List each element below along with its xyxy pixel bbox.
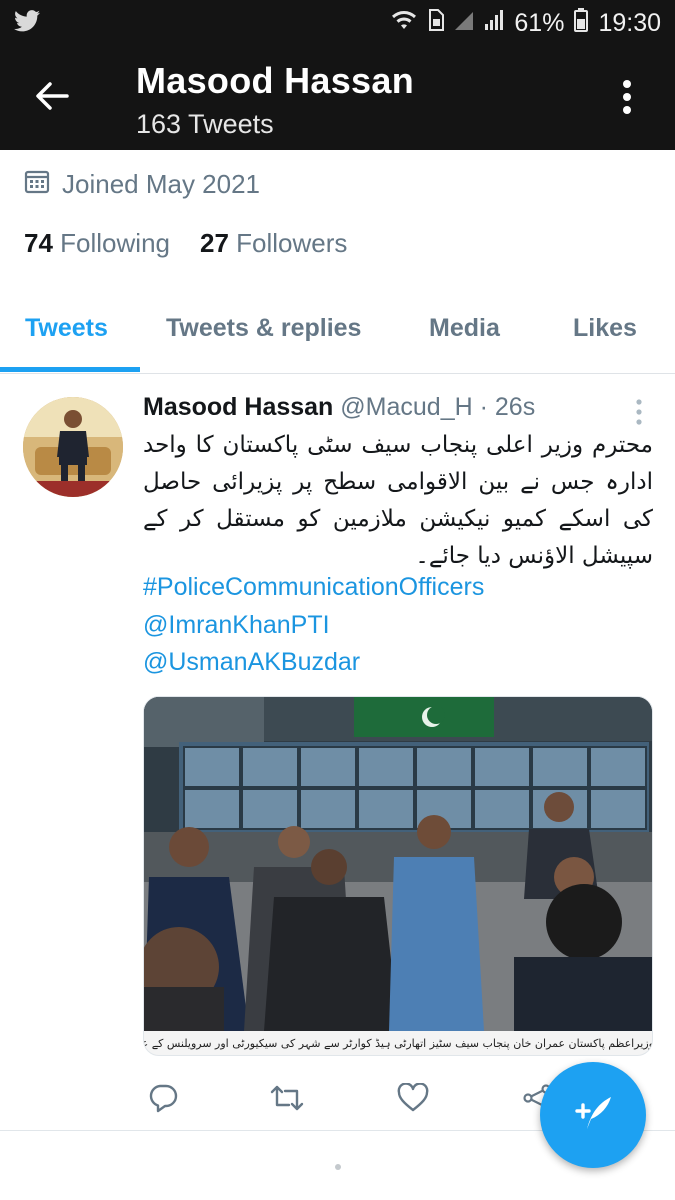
calendar-icon <box>24 168 50 201</box>
heart-icon <box>397 1081 429 1118</box>
retweet-icon <box>270 1083 304 1118</box>
overflow-menu-button[interactable] <box>607 76 647 122</box>
followers-count: 27 <box>199 228 229 258</box>
tab-tweets[interactable]: Tweets <box>25 314 108 343</box>
page-title: Masood Hassan <box>136 60 414 101</box>
battery-icon <box>574 7 589 39</box>
battery-percentage: 61% <box>514 8 565 37</box>
tweet-timestamp: 26s <box>494 393 536 421</box>
signal-bars-icon <box>484 9 504 38</box>
reply-icon <box>147 1083 179 1118</box>
status-bar: 61% 19:30 <box>0 0 675 46</box>
sim-card-icon <box>428 8 445 38</box>
hashtag-link[interactable]: #PoliceCommunicationOfficers <box>143 573 484 602</box>
following-link[interactable]: 74 Following <box>24 228 170 259</box>
tweet-options-button[interactable] <box>633 397 645 427</box>
author-name[interactable]: Masood Hassan <box>143 393 333 421</box>
tab-tweets-and-replies[interactable]: Tweets & replies <box>166 314 361 343</box>
back-button[interactable] <box>26 72 78 124</box>
arrow-left-icon <box>35 81 69 116</box>
compose-tweet-icon <box>571 1091 615 1140</box>
followers-link[interactable]: 27 Followers <box>200 228 347 259</box>
tweet-count: 163 Tweets <box>136 109 274 139</box>
tweet-body: محترم وزیر اعلی پنجاب سیف سٹی پاکستان کا… <box>143 432 653 569</box>
mention-link-usmanakbuzdar[interactable]: @UsmanAKBuzdar <box>143 648 360 677</box>
author-handle[interactable]: @Macud_H <box>340 393 472 421</box>
follow-stats: 74 Following 27 Followers <box>24 228 347 259</box>
more-vertical-icon <box>622 79 632 120</box>
mention-link-imrankhanpti[interactable]: @ImranKhanPTI <box>143 611 330 640</box>
wifi-icon <box>390 9 418 38</box>
profile-tabs: Tweets Tweets & replies Media Likes <box>0 300 675 374</box>
following-count: 74 <box>24 228 53 258</box>
twitter-bird-icon <box>14 9 40 37</box>
time-separator: · <box>479 393 488 421</box>
joined-date: Joined May 2021 <box>24 168 260 201</box>
profile-app-bar: Masood Hassan 163 Tweets <box>0 46 675 150</box>
followers-label: Followers <box>236 228 348 258</box>
tweet-header: Masood Hassan @Macud_H · 26s <box>143 393 535 422</box>
avatar[interactable] <box>23 397 123 497</box>
joined-label: Joined May 2021 <box>62 169 261 199</box>
tab-media[interactable]: Media <box>429 314 500 343</box>
compose-tweet-button[interactable] <box>540 1062 646 1168</box>
control-room-photo <box>144 697 652 1031</box>
reply-button[interactable] <box>143 1080 183 1120</box>
tweet-card[interactable]: Masood Hassan @Macud_H · 26s محترم وزیر … <box>0 375 675 1131</box>
signal-icon <box>454 9 474 38</box>
following-label: Following <box>60 228 170 258</box>
clock-time: 19:30 <box>598 8 661 37</box>
active-tab-indicator <box>0 367 140 372</box>
image-caption: وزیراعظم پاکستان عمران خان پنجاب سیف سٹی… <box>144 1031 652 1055</box>
tab-likes[interactable]: Likes <box>573 314 637 343</box>
retweet-button[interactable] <box>267 1080 307 1120</box>
tweet-image[interactable]: وزیراعظم پاکستان عمران خان پنجاب سیف سٹی… <box>143 696 653 1056</box>
scroll-indicator <box>335 1164 341 1170</box>
like-button[interactable] <box>393 1080 433 1120</box>
